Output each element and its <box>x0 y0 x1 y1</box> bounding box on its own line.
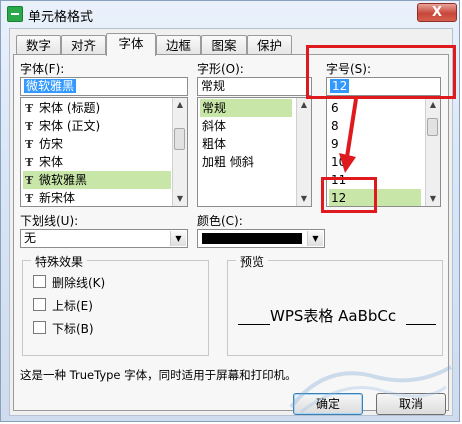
strikethrough-checkbox[interactable] <box>33 275 46 288</box>
font-list-scrollbar[interactable]: ▲ ▼ <box>172 98 187 206</box>
tab-protection[interactable]: 保护 <box>247 35 292 55</box>
font-list-item[interactable]: Ŧ 宋体 (标题) <box>23 99 100 117</box>
tab-border[interactable]: 边框 <box>156 35 201 55</box>
scroll-down-icon[interactable]: ▼ <box>173 192 187 206</box>
underline-value: 无 <box>24 231 37 245</box>
scroll-down-icon[interactable]: ▼ <box>297 192 311 206</box>
font-list-item[interactable]: Ŧ 新宋体 <box>23 189 75 206</box>
underline-label: 下划线(U): <box>20 214 79 228</box>
chevron-down-icon[interactable]: ▼ <box>307 231 323 246</box>
font-size-input[interactable]: 12 <box>326 77 441 96</box>
tab-number[interactable]: 数字 <box>16 35 61 55</box>
subscript-label: 下标(B) <box>52 322 94 336</box>
scroll-up-icon[interactable]: ▲ <box>426 98 440 112</box>
color-swatch <box>202 233 302 244</box>
style-label: 字形(O): <box>197 62 244 76</box>
style-list-item[interactable]: 斜体 <box>200 117 226 135</box>
window-title: 单元格格式 <box>28 10 94 25</box>
scroll-thumb[interactable] <box>427 118 438 136</box>
font-name-list[interactable]: Ŧ 宋体 (标题) Ŧ 宋体 (正文) Ŧ 仿宋 Ŧ 宋体 Ŧ 微软雅黑 Ŧ 新宋体 ▲ ▼ <box>20 97 188 207</box>
truetype-icon: Ŧ <box>25 156 34 169</box>
font-dialog-window: 单元格格式 X 数字 对齐 字体 边框 图案 保护 字体(F): 微软雅黑 Ŧ宋… <box>0 0 460 422</box>
font-description: 这是一种 TrueType 字体，同时适用于屏幕和打印机。 <box>20 368 297 382</box>
effects-group: 特殊效果 删除线(K) 上标(E) 下标(B) <box>22 253 209 356</box>
style-list-scrollbar[interactable]: ▲ ▼ <box>296 98 311 206</box>
close-button[interactable]: X <box>417 3 457 22</box>
size-list-scrollbar[interactable]: ▲ ▼ <box>425 98 440 206</box>
font-list-item[interactable]: Ŧ 宋体 (正文) <box>23 117 100 135</box>
size-label: 字号(S): <box>326 62 372 76</box>
color-select[interactable]: ▼ <box>197 229 325 248</box>
effects-label: 特殊效果 <box>31 253 88 270</box>
size-list-item-selected[interactable]: 12 <box>329 189 421 206</box>
truetype-icon: Ŧ <box>25 102 34 115</box>
scroll-thumb[interactable] <box>174 128 185 150</box>
scroll-up-icon[interactable]: ▲ <box>297 98 311 112</box>
preview-label: 预览 <box>236 253 269 270</box>
font-label: 字体(F): <box>20 62 65 76</box>
preview-text: WPS表格 AaBbCc <box>270 307 397 325</box>
color-label: 颜色(C): <box>197 214 243 228</box>
tab-alignment[interactable]: 对齐 <box>61 35 106 55</box>
tab-pattern[interactable]: 图案 <box>201 35 247 55</box>
title-bar: 单元格格式 X <box>1 1 461 27</box>
scroll-down-icon[interactable]: ▼ <box>426 192 440 206</box>
font-size-value: 12 <box>330 79 350 93</box>
preview-baseline-left <box>238 324 270 325</box>
font-list-item[interactable]: Ŧ 仿宋 <box>23 135 63 153</box>
preview-baseline-right <box>406 324 436 325</box>
font-list-item[interactable]: Ŧ 宋体 <box>23 153 63 171</box>
style-list-item-selected[interactable]: 常规 <box>200 99 292 117</box>
truetype-icon: Ŧ <box>25 174 34 187</box>
strikethrough-label: 删除线(K) <box>52 276 106 290</box>
font-style-list[interactable]: 常规 斜体 粗体 加粗 倾斜 ▲ ▼ <box>197 97 312 207</box>
font-list-item-selected[interactable]: Ŧ 微软雅黑 <box>23 171 171 189</box>
style-list-item[interactable]: 粗体 <box>200 135 226 153</box>
truetype-icon: Ŧ <box>25 192 34 205</box>
spreadsheet-app-icon <box>7 6 23 22</box>
superscript-label: 上标(E) <box>52 299 93 313</box>
truetype-icon: Ŧ <box>25 120 34 133</box>
font-name-input[interactable]: 微软雅黑 <box>20 77 188 96</box>
superscript-checkbox[interactable] <box>33 298 46 311</box>
scroll-up-icon[interactable]: ▲ <box>173 98 187 112</box>
red-arrow-icon <box>339 98 358 173</box>
style-list-item[interactable]: 加粗 倾斜 <box>200 153 254 171</box>
chevron-down-icon[interactable]: ▼ <box>170 231 186 246</box>
font-name-value: 微软雅黑 <box>24 79 77 93</box>
subscript-checkbox[interactable] <box>33 321 46 334</box>
underline-select[interactable]: 无 ▼ <box>20 229 188 248</box>
tab-font[interactable]: 字体 <box>106 33 156 56</box>
site-watermark-logo <box>289 365 452 414</box>
font-style-input[interactable]: 常规 <box>197 77 312 96</box>
truetype-icon: Ŧ <box>25 138 34 151</box>
preview-group: 预览 WPS表格 AaBbCc <box>227 253 443 356</box>
